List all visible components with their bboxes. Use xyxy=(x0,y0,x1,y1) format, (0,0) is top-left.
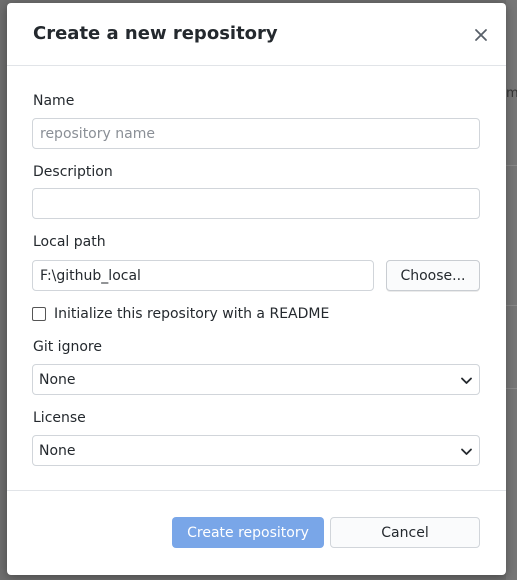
close-icon xyxy=(475,29,487,41)
readme-checkbox-label[interactable]: Initialize this repository with a README xyxy=(54,306,329,322)
description-label: Description xyxy=(33,164,113,180)
license-select[interactable]: None xyxy=(32,435,480,466)
dialog-title: Create a new repository xyxy=(33,23,278,44)
background-partial-text: m xyxy=(506,86,517,101)
choose-path-button[interactable]: Choose... xyxy=(386,260,480,291)
create-repository-dialog: Create a new repository Name Description… xyxy=(7,3,506,575)
description-input[interactable] xyxy=(32,188,480,219)
local-path-label: Local path xyxy=(33,234,106,250)
background-divider xyxy=(506,305,517,306)
chevron-down-icon xyxy=(461,377,472,384)
cancel-button[interactable]: Cancel xyxy=(330,517,480,548)
background-divider xyxy=(506,388,517,389)
dialog-header: Create a new repository xyxy=(7,3,506,66)
gitignore-selected-value: None xyxy=(39,372,76,388)
footer-divider xyxy=(7,490,506,491)
gitignore-label: Git ignore xyxy=(33,339,102,355)
background-divider xyxy=(506,165,517,166)
create-repository-button[interactable]: Create repository xyxy=(172,517,324,548)
license-selected-value: None xyxy=(39,443,76,459)
readme-checkbox[interactable] xyxy=(32,307,46,321)
close-button[interactable] xyxy=(469,23,493,47)
repository-name-input[interactable] xyxy=(32,118,480,149)
name-label: Name xyxy=(33,93,75,109)
readme-option: Initialize this repository with a README xyxy=(32,304,329,324)
chevron-down-icon xyxy=(461,448,472,455)
gitignore-select[interactable]: None xyxy=(32,364,480,395)
local-path-input[interactable] xyxy=(32,260,374,291)
license-label: License xyxy=(33,410,86,426)
